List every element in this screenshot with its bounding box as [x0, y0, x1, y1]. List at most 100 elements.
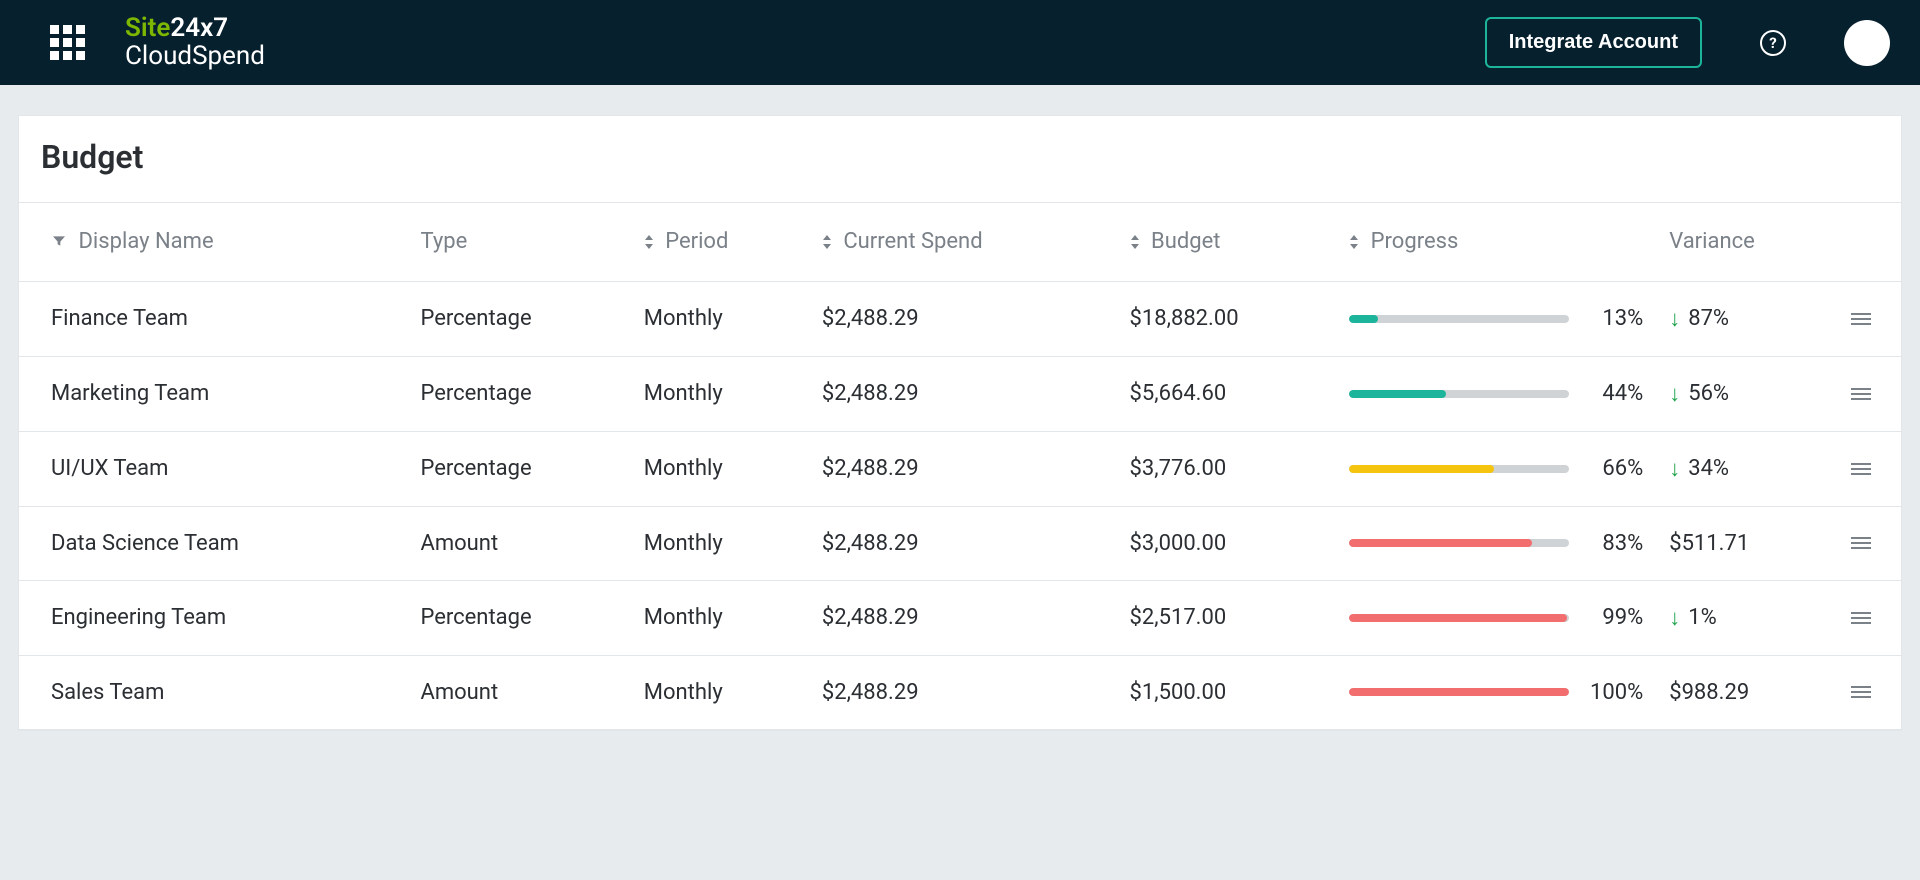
col-label: Variance [1669, 229, 1755, 254]
col-variance[interactable]: Variance [1659, 203, 1839, 281]
row-menu-icon[interactable] [1849, 612, 1873, 624]
cell-variance: $988.29 [1659, 655, 1839, 729]
cell-progress: 44% [1339, 356, 1659, 431]
row-menu-icon[interactable] [1849, 686, 1873, 698]
cell-type: Amount [410, 655, 633, 729]
row-menu-icon[interactable] [1849, 313, 1873, 325]
integrate-account-button[interactable]: Integrate Account [1485, 17, 1702, 68]
col-display-name[interactable]: Display Name [19, 203, 410, 281]
cell-budget: $18,882.00 [1120, 281, 1340, 356]
cell-actions [1839, 506, 1901, 580]
cell-variance: ↓ 34% [1659, 431, 1839, 506]
cell-actions [1839, 580, 1901, 655]
sort-icon[interactable] [1130, 230, 1140, 255]
cell-actions [1839, 431, 1901, 506]
cell-variance: ↓56% [1659, 356, 1839, 431]
row-menu-icon[interactable] [1849, 537, 1873, 549]
brand-text-site: Site [125, 13, 170, 43]
progress-pct: 66% [1583, 456, 1643, 481]
cell-budget: $3,000.00 [1120, 506, 1340, 580]
cell-type: Percentage [410, 580, 633, 655]
cell-display-name[interactable]: Sales Team [19, 655, 410, 729]
cell-budget: $5,664.60 [1120, 356, 1340, 431]
col-budget[interactable]: Budget [1120, 203, 1340, 281]
cell-type: Percentage [410, 431, 633, 506]
brand-text-cloudspend: CloudSpend [125, 43, 265, 70]
col-period[interactable]: Period [634, 203, 812, 281]
cell-actions [1839, 281, 1901, 356]
arrow-down-icon: ↓ [1669, 456, 1680, 482]
progress-pct: 44% [1583, 381, 1643, 406]
arrow-down-icon: ↓ [1669, 605, 1680, 631]
cell-period: Monthly [634, 356, 812, 431]
table-row: Engineering TeamPercentageMonthly$2,488.… [19, 580, 1901, 655]
progress-bar [1349, 465, 1569, 473]
sort-icon[interactable] [1349, 230, 1359, 255]
col-label: Budget [1151, 229, 1220, 254]
brand-logo: Site24x7 CloudSpend [125, 15, 265, 70]
apps-grid-icon[interactable] [50, 25, 85, 60]
col-progress[interactable]: Progress [1339, 203, 1659, 281]
col-label: Type [420, 229, 467, 254]
cell-display-name[interactable]: Engineering Team [19, 580, 410, 655]
table-row: Marketing TeamPercentageMonthly$2,488.29… [19, 356, 1901, 431]
table-row: Data Science TeamAmountMonthly$2,488.29$… [19, 506, 1901, 580]
cell-variance: ↓ 1% [1659, 580, 1839, 655]
progress-pct: 83% [1583, 531, 1643, 556]
cell-display-name[interactable]: UI/UX Team [19, 431, 410, 506]
cell-progress: 83% [1339, 506, 1659, 580]
col-current-spend[interactable]: Current Spend [812, 203, 1120, 281]
cell-variance: $511.71 [1659, 506, 1839, 580]
avatar[interactable] [1844, 20, 1890, 66]
progress-pct: 99% [1583, 605, 1643, 630]
progress-bar [1349, 315, 1569, 323]
cell-type: Percentage [410, 356, 633, 431]
cell-current-spend: $2,488.29 [812, 281, 1120, 356]
cell-progress: 13% [1339, 281, 1659, 356]
variance-value: 1% [1688, 605, 1716, 630]
variance-value: $988.29 [1669, 680, 1749, 705]
progress-bar [1349, 688, 1569, 696]
sort-icon[interactable] [644, 230, 654, 255]
variance-value: 34% [1688, 456, 1729, 481]
cell-actions [1839, 655, 1901, 729]
cell-variance: ↓87% [1659, 281, 1839, 356]
col-type[interactable]: Type [410, 203, 633, 281]
cell-current-spend: $2,488.29 [812, 431, 1120, 506]
row-menu-icon[interactable] [1849, 388, 1873, 400]
col-label: Display Name [78, 229, 213, 254]
cell-display-name[interactable]: Marketing Team [19, 356, 410, 431]
row-menu-icon[interactable] [1849, 463, 1873, 475]
cell-current-spend: $2,488.29 [812, 580, 1120, 655]
budget-panel: Budget Display Name Type Period [18, 115, 1902, 731]
cell-period: Monthly [634, 506, 812, 580]
cell-type: Amount [410, 506, 633, 580]
cell-progress: 100% [1339, 655, 1659, 729]
brand-text-24x7: 24x7 [170, 13, 228, 43]
cell-current-spend: $2,488.29 [812, 356, 1120, 431]
help-icon[interactable]: ? [1760, 30, 1786, 56]
table-row: UI/UX TeamPercentageMonthly$2,488.29$3,7… [19, 431, 1901, 506]
cell-display-name[interactable]: Finance Team [19, 281, 410, 356]
col-actions [1839, 203, 1901, 281]
cell-type: Percentage [410, 281, 633, 356]
cell-display-name[interactable]: Data Science Team [19, 506, 410, 580]
cell-budget: $2,517.00 [1120, 580, 1340, 655]
variance-value: 56% [1688, 381, 1729, 406]
arrow-down-icon: ↓ [1669, 306, 1680, 332]
filter-icon[interactable] [51, 230, 67, 255]
table-row: Finance TeamPercentageMonthly$2,488.29$1… [19, 281, 1901, 356]
progress-bar [1349, 390, 1569, 398]
col-label: Current Spend [843, 229, 982, 254]
progress-bar [1349, 614, 1569, 622]
sort-icon[interactable] [822, 230, 832, 255]
cell-period: Monthly [634, 281, 812, 356]
cell-budget: $3,776.00 [1120, 431, 1340, 506]
progress-bar [1349, 539, 1569, 547]
col-label: Progress [1371, 229, 1459, 254]
cell-progress: 99% [1339, 580, 1659, 655]
col-label: Period [665, 229, 728, 254]
cell-period: Monthly [634, 655, 812, 729]
page-title: Budget [19, 116, 1901, 203]
cell-budget: $1,500.00 [1120, 655, 1340, 729]
